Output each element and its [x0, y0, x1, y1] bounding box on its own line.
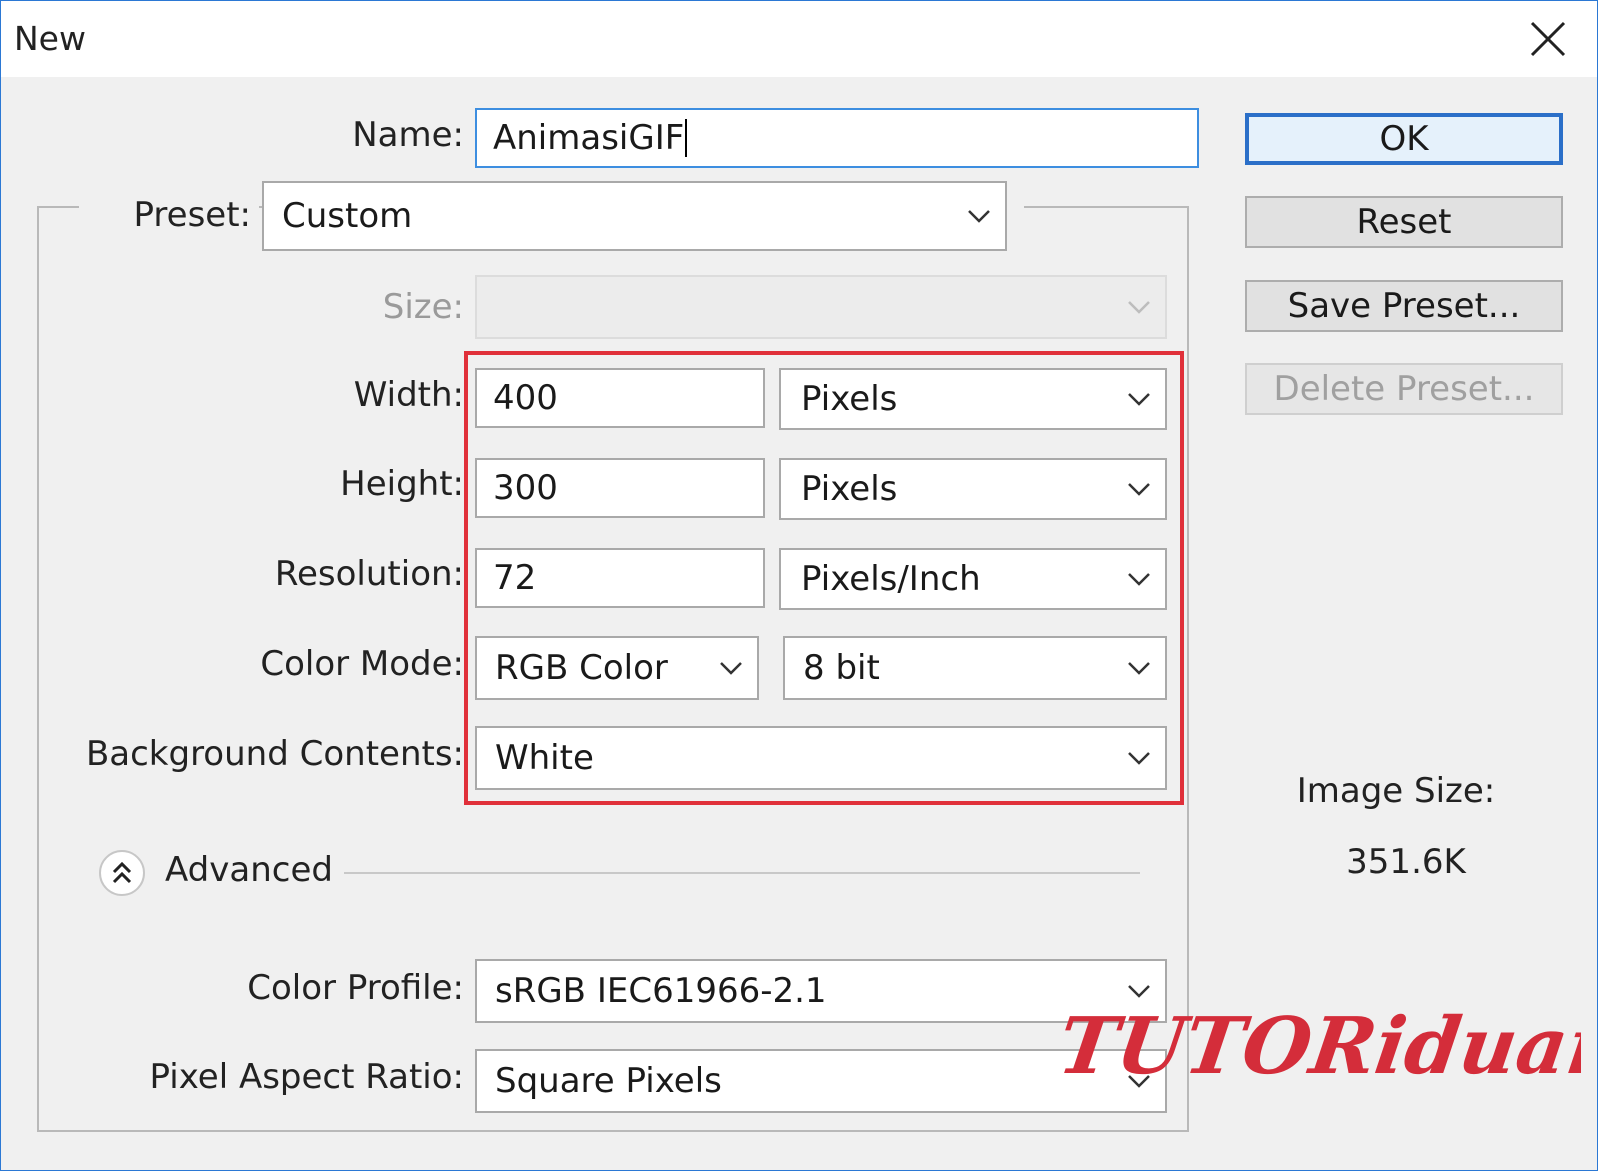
color-profile-label: Color Profile:	[247, 968, 464, 1008]
close-icon[interactable]	[1528, 19, 1568, 59]
name-label: Name:	[352, 115, 464, 155]
advanced-divider	[344, 872, 1140, 874]
title-bar: New	[1, 1, 1597, 77]
resolution-label: Resolution:	[274, 554, 464, 594]
image-size-value: 351.6K	[1346, 842, 1466, 882]
size-select	[475, 275, 1167, 339]
height-label: Height:	[340, 464, 464, 504]
preset-label: Preset:	[133, 195, 251, 235]
width-input[interactable]: 400	[475, 368, 765, 428]
width-unit-select[interactable]: Pixels	[779, 368, 1167, 430]
new-document-dialog: New Name: AnimasiGIF Preset: Custom Size…	[0, 0, 1598, 1171]
preset-value: Custom	[282, 196, 413, 236]
background-contents-select[interactable]: White	[475, 726, 1167, 790]
reset-button[interactable]: Reset	[1245, 196, 1563, 248]
ok-button[interactable]: OK	[1245, 113, 1563, 165]
chevron-down-icon	[1128, 752, 1150, 765]
save-preset-button[interactable]: Save Preset...	[1245, 280, 1563, 332]
chevron-down-icon	[1128, 483, 1150, 496]
watermark-logo: TUTORiduan	[1061, 1000, 1581, 1092]
height-unit-select[interactable]: Pixels	[779, 458, 1167, 520]
watermark-text: TUTORiduan	[1061, 1000, 1581, 1092]
chevron-down-icon	[1128, 301, 1150, 314]
double-chevron-up-icon	[112, 861, 132, 884]
color-mode-label: Color Mode:	[260, 644, 464, 684]
color-mode-select[interactable]: RGB Color	[475, 636, 759, 700]
chevron-down-icon	[968, 210, 990, 223]
height-input[interactable]: 300	[475, 458, 765, 518]
chevron-down-icon	[720, 662, 742, 675]
name-value: AnimasiGIF	[493, 118, 685, 158]
size-label: Size:	[382, 287, 464, 327]
advanced-label: Advanced	[165, 850, 333, 890]
pixel-aspect-ratio-label: Pixel Aspect Ratio:	[149, 1057, 465, 1097]
advanced-toggle-button[interactable]	[99, 850, 145, 896]
image-size-label: Image Size:	[1296, 771, 1496, 811]
bit-depth-select[interactable]: 8 bit	[783, 636, 1167, 700]
resolution-unit-select[interactable]: Pixels/Inch	[779, 548, 1167, 610]
text-caret	[685, 119, 688, 157]
chevron-down-icon	[1128, 662, 1150, 675]
name-input[interactable]: AnimasiGIF	[475, 108, 1199, 168]
resolution-input[interactable]: 72	[475, 548, 765, 608]
width-label: Width:	[353, 375, 464, 415]
chevron-down-icon	[1128, 573, 1150, 586]
background-contents-label: Background Contents:	[85, 734, 464, 774]
chevron-down-icon	[1128, 393, 1150, 406]
preset-select[interactable]: Custom	[262, 181, 1007, 251]
delete-preset-button: Delete Preset...	[1245, 363, 1563, 415]
dialog-title: New	[14, 19, 86, 58]
